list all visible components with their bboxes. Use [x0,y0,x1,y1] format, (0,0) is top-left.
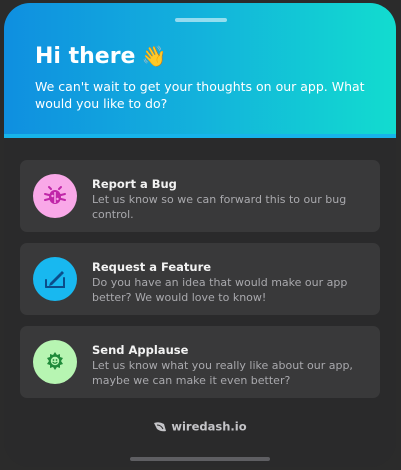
feedback-sheet: Hi there 👋 We can't wait to get your thou… [4,3,396,467]
send-applause-option[interactable]: Send Applause Let us know what you reall… [20,326,380,398]
powered-by-footer[interactable]: wiredash.io [4,419,396,434]
home-indicator[interactable] [130,457,270,461]
option-title: Request a Feature [92,260,212,274]
report-bug-option[interactable]: Report a Bug Let us know so we can forwa… [20,160,380,232]
title-text: Hi there [35,44,136,69]
feature-icon [33,257,77,301]
option-title: Report a Bug [92,177,177,191]
header-divider [4,134,396,138]
option-title: Send Applause [92,343,189,357]
option-description: Let us know so we can forward this to ou… [92,193,347,221]
page-title: Hi there 👋 [35,44,166,69]
header: Hi there 👋 We can't wait to get your thou… [4,3,396,135]
bug-icon [33,174,77,218]
option-description: Let us know what you really like about o… [92,359,353,387]
wiredash-logo-icon [154,421,167,431]
header-subtitle: We can't wait to get your thoughts on ou… [35,79,365,111]
request-feature-option[interactable]: Request a Feature Do you have an idea th… [20,243,380,315]
drag-handle-top[interactable] [175,18,227,22]
brand-name: wiredash.io [171,419,247,434]
applause-icon [33,340,77,384]
option-description: Do you have an idea that would make our … [92,276,348,304]
waving-hand-icon: 👋 [141,44,167,68]
